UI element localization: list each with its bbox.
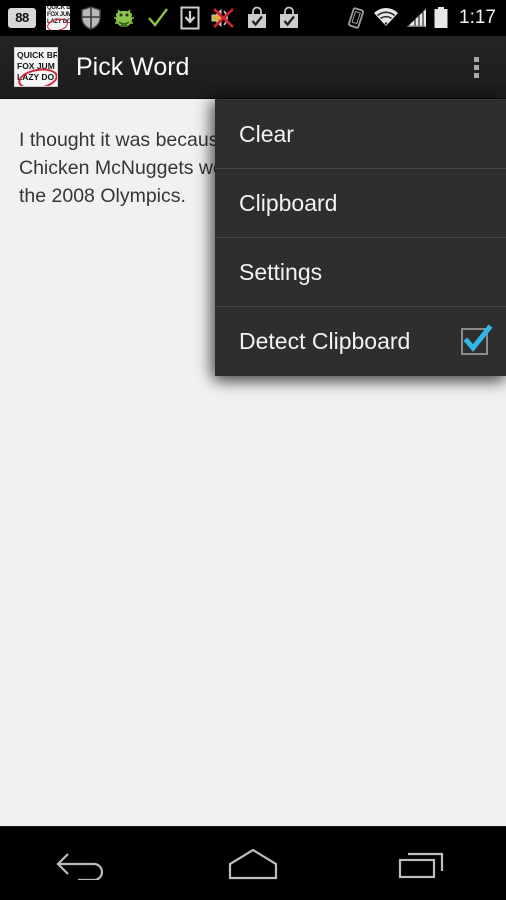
android-bug-icon [112, 6, 136, 30]
home-icon [228, 848, 278, 879]
app-icon-line-1: QUICK BR [17, 50, 58, 60]
app-icon: QUICK BR FOX JUM LAZY DO [14, 47, 58, 87]
navigation-bar [0, 826, 506, 900]
menu-item-clipboard[interactable]: Clipboard [215, 169, 506, 238]
menu-item-clipboard-label: Clipboard [239, 189, 338, 216]
wifi-icon [373, 7, 399, 29]
android-screen: 88 QUICK BR FOX JUM LAZY DO [0, 0, 506, 900]
checkmark-icon [463, 324, 493, 352]
notification-count-label: 88 [8, 8, 36, 28]
overflow-menu-button[interactable] [452, 36, 500, 99]
speaker-muted-icon [210, 6, 236, 30]
menu-item-detect-clipboard-label: Detect Clipboard [239, 328, 411, 354]
status-bar-clock: 1:17 [459, 7, 496, 28]
overflow-menu: Clear Clipboard Settings Detect Clipboar… [215, 99, 506, 376]
detect-clipboard-checkbox[interactable] [461, 324, 493, 355]
app-title: Pick Word [76, 52, 190, 81]
overflow-dot-3 [473, 72, 479, 78]
menu-item-settings[interactable]: Settings [215, 238, 506, 307]
checkmark-icon [146, 7, 170, 29]
recents-icon [398, 852, 443, 878]
nav-home-button[interactable] [193, 827, 313, 900]
status-bar-system-icons: 1:17 [345, 6, 496, 30]
menu-item-settings-label: Settings [239, 258, 323, 285]
vibrate-icon [345, 6, 367, 30]
overflow-dot-2 [473, 64, 479, 70]
download-icon [180, 6, 200, 30]
overflow-dot-1 [473, 56, 479, 62]
shield-icon [80, 6, 102, 30]
menu-item-detect-clipboard[interactable]: Detect Clipboard [215, 307, 506, 376]
play-store-bag-icon-1 [246, 6, 268, 30]
menu-item-clear-label: Clear [239, 120, 294, 147]
cellular-signal-icon [405, 7, 427, 29]
play-store-bag-icon-2 [278, 6, 300, 30]
back-arrow-icon [56, 852, 104, 880]
pick-word-notification-icon: QUICK BR FOX JUM LAZY DO [46, 6, 70, 30]
battery-icon [433, 6, 449, 30]
status-bar: 88 QUICK BR FOX JUM LAZY DO [0, 0, 506, 36]
status-bar-notification-icons: 88 QUICK BR FOX JUM LAZY DO [8, 6, 345, 30]
nav-recents-button[interactable] [362, 827, 482, 900]
nav-back-button[interactable] [24, 827, 144, 900]
notification-count-badge: 88 [8, 8, 36, 28]
action-bar: QUICK BR FOX JUM LAZY DO Pick Word [0, 36, 506, 99]
menu-item-clear[interactable]: Clear [215, 100, 506, 169]
